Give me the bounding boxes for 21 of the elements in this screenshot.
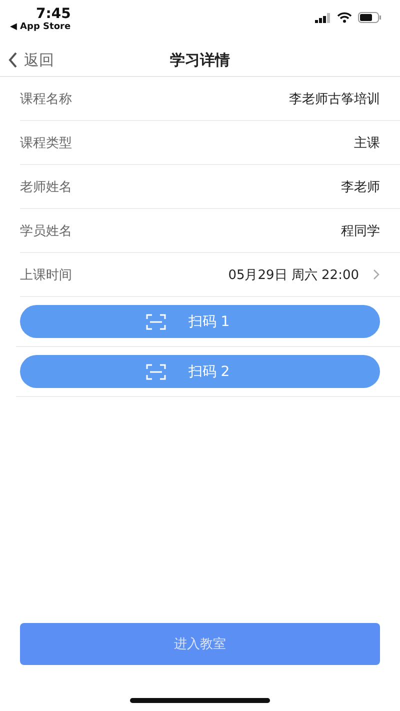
wifi-icon <box>337 12 352 23</box>
scan-icon <box>146 314 166 330</box>
field-value: 李老师 <box>341 178 380 196</box>
page-title: 学习详情 <box>170 50 230 70</box>
scan-icon <box>146 364 166 380</box>
battery-icon <box>358 12 382 23</box>
chevron-left-icon <box>8 52 18 68</box>
field-label: 课程类型 <box>20 134 72 152</box>
field-value: 主课 <box>354 134 380 152</box>
field-value: 李老师古筝培训 <box>289 90 380 108</box>
field-value: 程同学 <box>341 222 380 240</box>
field-label: 上课时间 <box>20 266 72 284</box>
field-value[interactable]: 05月29日 周六 22:00 <box>228 266 359 284</box>
field-label: 学员姓名 <box>20 222 72 240</box>
field-label: 老师姓名 <box>20 178 72 196</box>
back-button[interactable]: 返回 <box>0 50 54 70</box>
signal-icon <box>315 12 331 22</box>
field-label: 课程名称 <box>20 90 72 108</box>
back-to-app-link[interactable]: ◀ App Store <box>10 22 71 32</box>
status-time: 7:45 <box>36 6 71 22</box>
chevron-right-icon[interactable] <box>373 269 380 280</box>
